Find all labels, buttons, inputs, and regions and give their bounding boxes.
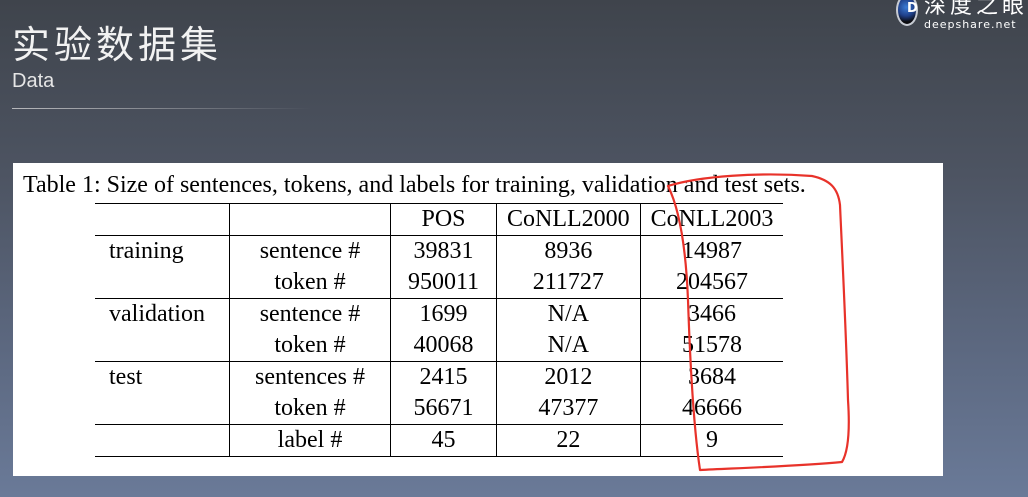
value-cell: N/A	[496, 330, 641, 362]
header-cell-conll2003: CoNLL2003	[639, 203, 784, 236]
table-row: token # 950011 211727 204567	[95, 267, 784, 299]
label-cell: label #	[229, 424, 391, 457]
value-cell: 204567	[639, 267, 784, 299]
table-header-row: POS CoNLL2000 CoNLL2003	[95, 203, 784, 236]
value-cell: 3684	[639, 361, 784, 393]
group-cell	[95, 267, 230, 299]
title-divider	[12, 108, 312, 109]
table-row: label # 45 22 9	[95, 424, 784, 457]
group-cell: training	[95, 235, 230, 267]
table-image: Table 1: Size of sentences, tokens, and …	[13, 163, 943, 476]
label-cell: token #	[229, 267, 391, 299]
eye-logo-icon	[896, 0, 918, 26]
label-cell: token #	[229, 330, 391, 362]
brand-logo: 深度之眼 deepshare.net	[896, 0, 1028, 36]
value-cell: 2415	[390, 361, 497, 393]
value-cell: 9	[639, 424, 784, 457]
value-cell: 51578	[639, 330, 784, 362]
group-cell	[95, 330, 230, 362]
value-cell: 47377	[496, 393, 641, 425]
table-row: training sentence # 39831 8936 14987	[95, 235, 784, 267]
value-cell: 1699	[390, 298, 497, 330]
table-row: token # 56671 47377 46666	[95, 393, 784, 425]
value-cell: 950011	[390, 267, 497, 299]
value-cell: 14987	[639, 235, 784, 267]
slide-subtitle: Data	[12, 70, 55, 92]
group-cell	[95, 424, 230, 457]
header-cell-conll2000: CoNLL2000	[496, 203, 641, 236]
logo-text: 深度之眼 deepshare.net	[924, 0, 1028, 31]
group-cell: test	[95, 361, 230, 393]
value-cell: N/A	[496, 298, 641, 330]
group-cell	[95, 393, 230, 425]
group-cell: validation	[95, 298, 230, 330]
header-cell-pos: POS	[390, 203, 497, 236]
slide-title: 实验数据集	[12, 23, 223, 67]
value-cell: 56671	[390, 393, 497, 425]
value-cell: 40068	[390, 330, 497, 362]
value-cell: 211727	[496, 267, 641, 299]
header-cell	[229, 203, 391, 236]
value-cell: 45	[390, 424, 497, 457]
header-cell	[95, 203, 230, 236]
label-cell: sentence #	[229, 298, 391, 330]
value-cell: 8936	[496, 235, 641, 267]
table-caption: Table 1: Size of sentences, tokens, and …	[23, 172, 806, 198]
table-row: validation sentence # 1699 N/A 3466	[95, 298, 784, 330]
value-cell: 39831	[390, 235, 497, 267]
value-cell: 2012	[496, 361, 641, 393]
value-cell: 22	[496, 424, 641, 457]
label-cell: token #	[229, 393, 391, 425]
dataset-size-table: POS CoNLL2000 CoNLL2003 training sentenc…	[95, 203, 784, 457]
label-cell: sentence #	[229, 235, 391, 267]
value-cell: 3466	[639, 298, 784, 330]
label-cell: sentences #	[229, 361, 391, 393]
value-cell: 46666	[639, 393, 784, 425]
table-row: test sentences # 2415 2012 3684	[95, 361, 784, 393]
table-row: token # 40068 N/A 51578	[95, 330, 784, 362]
logo-url: deepshare.net	[923, 18, 1017, 31]
